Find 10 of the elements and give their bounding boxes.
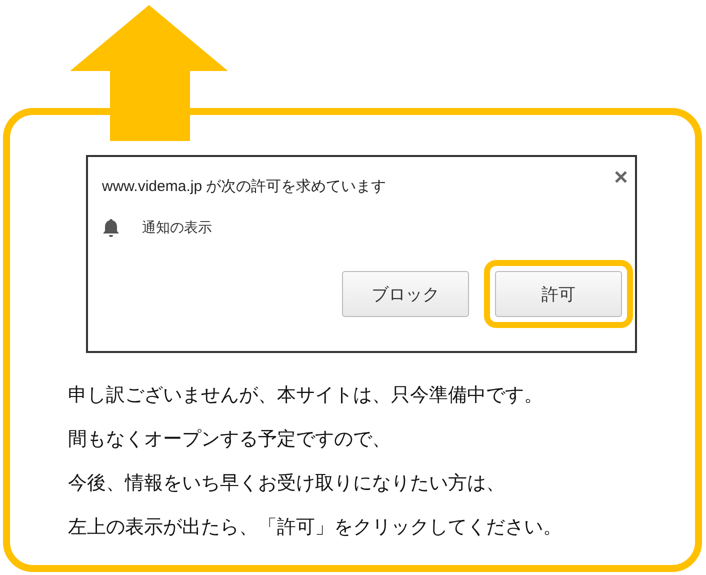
notice-text: 今後、情報をいち早くお受け取りになりたい方は、 [68, 471, 506, 495]
notice-text: 左上の表示が出たら、「許可」をクリックしてください。 [68, 515, 563, 539]
dialog-button[interactable]: 許可 [495, 271, 622, 317]
bell-icon [102, 218, 120, 238]
close-icon[interactable] [615, 171, 627, 183]
dialog-button[interactable]: ブロック [342, 271, 469, 317]
notice-text: 申し訳ございませんが、本サイトは、只今準備中です。 [68, 383, 544, 407]
permission-label: 通知の表示 [142, 219, 212, 237]
notice-text: 間もなくオープンする予定ですので、 [68, 427, 392, 451]
dialog-title: www.videma.jp が次の許可を求めています [102, 177, 386, 196]
